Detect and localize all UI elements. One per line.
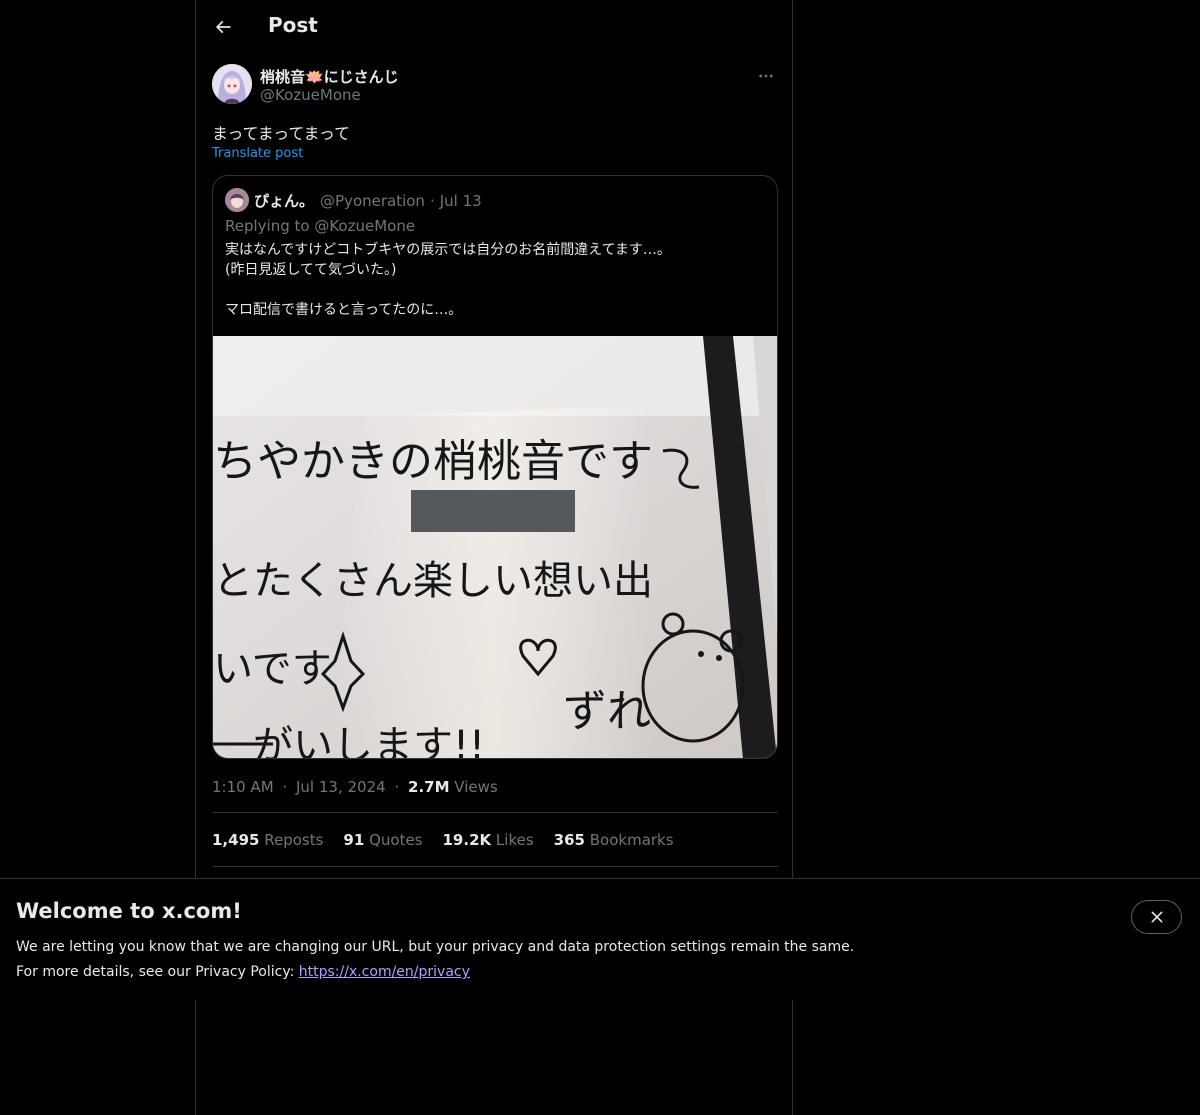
- translate-post-link[interactable]: Translate post: [212, 146, 303, 161]
- quote-text-line: 実はなんですけどコトブキヤの展示では自分のお名前間違えてます…。: [225, 242, 671, 258]
- quote-author-avatar: [225, 188, 249, 212]
- author-name[interactable]: 梢桃音🪷にじさんじ: [260, 66, 399, 87]
- reposts-count: 1,495: [212, 831, 260, 849]
- welcome-banner: Welcome to x.com! We are letting you kno…: [0, 878, 1200, 1000]
- reposts-stat[interactable]: 1,495 Reposts: [212, 831, 323, 849]
- meta-separator: ·: [394, 778, 400, 796]
- post-text: まってまってまって: [212, 124, 351, 143]
- quote-author-name: ぴょん。: [254, 192, 315, 210]
- back-button[interactable]: [208, 12, 238, 42]
- banner-text: We are letting you know that we are chan…: [16, 935, 854, 985]
- quotes-stat[interactable]: 91 Quotes: [343, 831, 422, 849]
- post-meta: 1:10 AM · Jul 13, 2024 · 2.7M Views: [212, 778, 498, 796]
- whiteboard-text: ずれ: [563, 686, 651, 737]
- quote-separator: ·: [429, 192, 435, 210]
- whiteboard-text: いです: [213, 646, 332, 692]
- post-time[interactable]: 1:10 AM: [212, 778, 274, 796]
- quote-header: ぴょん。 @Pyoneration · Jul 13: [254, 190, 482, 211]
- banner-close-button[interactable]: [1131, 900, 1182, 934]
- banner-line: For more details, see our Privacy Policy…: [16, 960, 854, 985]
- quotes-count: 91: [343, 831, 365, 849]
- arrow-left-icon: [215, 20, 231, 34]
- banner-title: Welcome to x.com!: [16, 899, 242, 923]
- whiteboard-text: がいします!!: [253, 723, 485, 759]
- whiteboard-text: ちやかきの梢桃音です: [213, 436, 653, 487]
- privacy-policy-link[interactable]: https://x.com/en/privacy: [299, 964, 470, 980]
- whiteboard-photo: ちやかきの梢桃音です とたくさん楽しい想い出 いです ずれ がいします!!: [213, 336, 777, 759]
- post-stats: 1,495 Reposts 91 Quotes 19.2K Likes 365 …: [212, 831, 674, 849]
- quotes-label: Quotes: [369, 831, 423, 849]
- more-horizontal-icon: [759, 74, 773, 78]
- quote-author-handle: @Pyoneration: [320, 192, 425, 210]
- more-button[interactable]: [754, 64, 778, 88]
- quote-text: 実はなんですけどコトブキヤの展示では自分のお名前間違えてます…。 (昨日見返して…: [225, 240, 765, 320]
- author-handle[interactable]: @KozueMone: [260, 86, 361, 104]
- quote-text-line: [225, 280, 765, 300]
- likes-stat[interactable]: 19.2K Likes: [443, 831, 534, 849]
- author-avatar[interactable]: [212, 64, 252, 104]
- quoted-post[interactable]: ぴょん。 @Pyoneration · Jul 13 Replying to @Koz…: [212, 175, 778, 759]
- close-icon: [1151, 911, 1162, 923]
- divider: [212, 812, 778, 813]
- reposts-label: Reposts: [264, 831, 324, 849]
- bookmarks-count: 365: [553, 831, 585, 849]
- whiteboard-text: とたくさん楽しい想い出: [213, 558, 653, 604]
- likes-count: 19.2K: [442, 831, 492, 849]
- bookmarks-stat[interactable]: 365 Bookmarks: [554, 831, 674, 849]
- bookmarks-label: Bookmarks: [589, 831, 674, 849]
- post-header: Post: [196, 0, 794, 54]
- meta-separator: ·: [282, 778, 288, 796]
- views-label: Views: [454, 778, 498, 796]
- banner-line: We are letting you know that we are chan…: [16, 939, 855, 955]
- views-count: 2.7M: [408, 778, 450, 796]
- post-date[interactable]: Jul 13, 2024: [296, 778, 386, 796]
- banner-line-prefix: For more details, see our Privacy Policy…: [16, 964, 299, 980]
- quote-media-image[interactable]: ちやかきの梢桃音です とたくさん楽しい想い出 いです ずれ がいします!!: [213, 336, 777, 759]
- quote-replying-to: Replying to @KozueMone: [225, 217, 416, 235]
- quote-avatar-image: [225, 188, 249, 212]
- avatar-image: [212, 64, 252, 104]
- quote-date: Jul 13: [439, 192, 482, 210]
- quote-text-line: マロ配信で書けると言ってたのに…。: [225, 302, 463, 318]
- page-title: Post: [268, 13, 318, 37]
- quote-text-line: (昨日見返してて気づいた。): [225, 262, 397, 278]
- divider: [212, 866, 778, 867]
- post-author: 梢桃音🪷にじさんじ @KozueMone: [212, 64, 778, 108]
- likes-label: Likes: [495, 831, 534, 849]
